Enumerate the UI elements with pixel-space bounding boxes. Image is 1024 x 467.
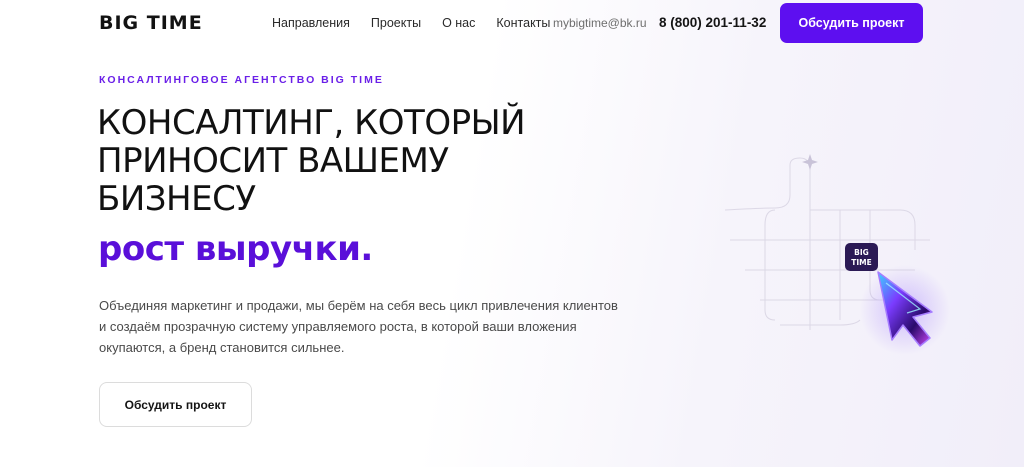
- badge-text-big: BIG: [854, 248, 869, 257]
- hero-description: Объединяя маркетинг и продажи, мы берём …: [99, 295, 619, 358]
- nav-item-directions[interactable]: Направления: [272, 16, 350, 30]
- description-line: и создаём прозрачную систему управляемог…: [99, 319, 577, 334]
- discuss-project-button[interactable]: Обсудить проект: [780, 3, 923, 43]
- nav-item-about[interactable]: О нас: [442, 16, 475, 30]
- description-line: окупаются, а бренд становится сильнее.: [99, 340, 345, 355]
- nav-item-projects[interactable]: Проекты: [371, 16, 421, 30]
- headline-line: КОНСАЛТИНГ, КОТОРЫЙ: [97, 103, 526, 143]
- big-time-badge: BIG TIME: [845, 243, 878, 271]
- sparkle-icon: [802, 154, 818, 170]
- phone-link[interactable]: 8 (800) 201-11-32: [659, 15, 766, 30]
- hero-illustration: BIG TIME: [724, 154, 950, 355]
- hero-eyebrow: КОНСАЛТИНГОВОЕ АГЕНТСТВО BIG TIME: [99, 74, 384, 86]
- hero-accent: рост выручки.: [98, 229, 373, 269]
- description-line: Объединяя маркетинг и продажи, мы берём …: [99, 298, 618, 313]
- email-link[interactable]: mybigtime@bk.ru: [553, 16, 647, 30]
- headline-line: БИЗНЕСУ: [97, 179, 256, 219]
- nav-item-contacts[interactable]: Контакты: [496, 16, 550, 30]
- main-nav: Направления Проекты О нас Контакты: [272, 16, 571, 30]
- headline-line: ПРИНОСИТ ВАШЕМУ: [97, 141, 449, 181]
- hero-discuss-project-button[interactable]: Обсудить проект: [99, 382, 252, 427]
- badge-text-time: TIME: [851, 258, 872, 267]
- page: BIG TIME Направления Проекты О нас Конта…: [0, 0, 1024, 467]
- logo[interactable]: BIG TIME: [99, 12, 203, 34]
- hero-headline: КОНСАЛТИНГ, КОТОРЫЙ ПРИНОСИТ ВАШЕМУ БИЗН…: [97, 104, 657, 218]
